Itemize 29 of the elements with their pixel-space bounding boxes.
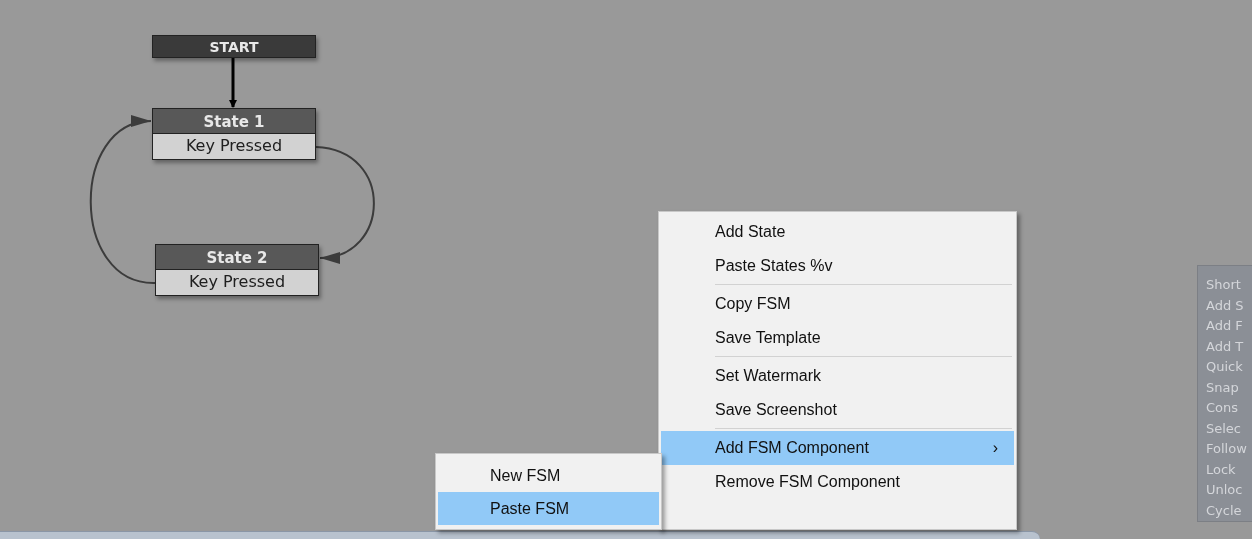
menu-item[interactable]: Set Watermark: [661, 359, 1014, 393]
start-node[interactable]: START: [152, 35, 316, 58]
menu-item[interactable]: Paste FSM: [438, 492, 659, 525]
shortcut-text: Add S: [1206, 296, 1245, 315]
shortcut-text: Follow: [1206, 440, 1248, 458]
menu-item[interactable]: New FSM: [438, 459, 659, 492]
menu-item[interactable]: Copy FSM: [661, 287, 1014, 321]
shortcut-text: Snap: [1206, 378, 1240, 397]
menu-item[interactable]: Remove FSM Component: [661, 465, 1014, 499]
state-title[interactable]: State 2: [155, 244, 319, 270]
shortcut-text: Unloc: [1206, 481, 1244, 499]
menu-item[interactable]: Save Template: [661, 321, 1014, 355]
transition-arrow: [229, 58, 237, 108]
menu-item[interactable]: Add FSM Component ›: [661, 431, 1014, 465]
shortcut-text: Selec: [1206, 419, 1242, 438]
shortcut-text: Add T: [1206, 337, 1245, 356]
shortcut-text: Lock: [1206, 460, 1237, 479]
shortcut-text: Add F: [1206, 317, 1244, 335]
state-event[interactable]: Key Pressed: [155, 270, 319, 296]
menu-item[interactable]: Save Screenshot: [661, 393, 1014, 427]
shortcut-text: Cycle: [1206, 501, 1243, 520]
state-event[interactable]: Key Pressed: [152, 134, 316, 160]
shortcut-text: Quick: [1206, 358, 1244, 376]
menu-item[interactable]: Add State: [661, 215, 1014, 249]
shortcut-text: Cons: [1206, 399, 1240, 417]
submenu-arrow-icon: ›: [992, 439, 1014, 457]
shortcut-text: Short: [1206, 276, 1242, 294]
state-title[interactable]: State 1: [152, 108, 316, 134]
menu-item[interactable]: Paste States %v: [661, 249, 1014, 283]
